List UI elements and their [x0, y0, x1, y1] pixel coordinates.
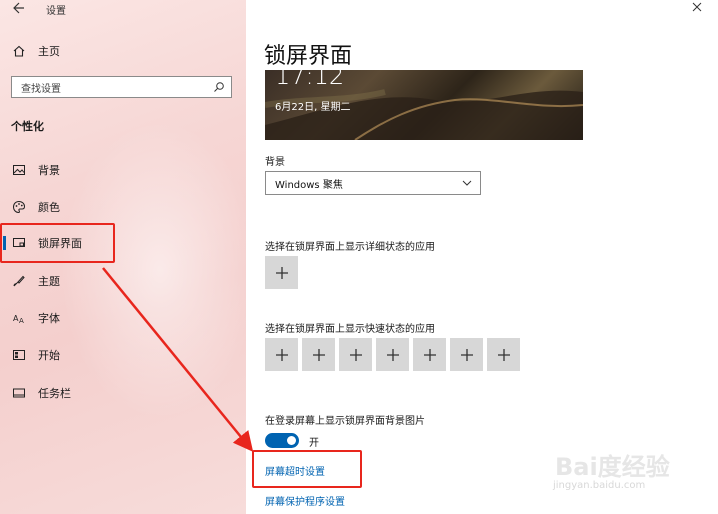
- signin-background-toggle[interactable]: [265, 433, 299, 448]
- brush-icon: [13, 275, 25, 287]
- font-icon: A A: [13, 314, 24, 325]
- sidebar-item-themes[interactable]: 主题: [0, 268, 246, 294]
- close-icon[interactable]: [692, 2, 702, 12]
- sidebar-item-label: 任务栏: [38, 387, 71, 400]
- page-title: 锁屏界面: [264, 44, 353, 69]
- sidebar-item-start[interactable]: 开始: [0, 342, 246, 368]
- highlight-box-screen-timeout: [252, 450, 362, 488]
- detailed-status-label: 选择在锁屏界面上显示详细状态的应用: [265, 242, 435, 253]
- sidebar-item-label: 主题: [38, 275, 60, 288]
- palette-icon: [12, 200, 26, 214]
- sidebar: 设置 主页 查找设置 个性化 背景 颜色 锁屏界面 主题 A A 字体 开始 任…: [0, 0, 246, 514]
- preview-time: 17:12: [275, 70, 345, 90]
- plus-icon: [497, 348, 510, 361]
- sidebar-item-label: 背景: [38, 164, 60, 177]
- sidebar-item-background[interactable]: 背景: [0, 157, 246, 183]
- add-quick-status-app-button-5[interactable]: [413, 338, 446, 371]
- add-quick-status-app-button-1[interactable]: [265, 338, 298, 371]
- quick-status-label: 选择在锁屏界面上显示快速状态的应用: [265, 324, 435, 335]
- preview-date: 6月22日, 星期二: [275, 102, 351, 113]
- plus-icon: [386, 348, 399, 361]
- sidebar-item-label: 字体: [38, 312, 60, 325]
- add-quick-status-app-button-6[interactable]: [450, 338, 483, 371]
- section-title: 个性化: [11, 120, 44, 133]
- add-quick-status-app-button-4[interactable]: [376, 338, 409, 371]
- plus-icon: [275, 266, 288, 279]
- highlight-box-lock-screen: [0, 223, 115, 263]
- sidebar-item-label: 颜色: [38, 201, 60, 214]
- background-label: 背景: [265, 157, 285, 168]
- sidebar-item-label: 主页: [38, 45, 60, 58]
- search-placeholder: 查找设置: [21, 83, 61, 95]
- svg-text:Bai度经验: Bai度经验: [555, 453, 670, 481]
- toggle-knob: [287, 436, 296, 445]
- toggle-state-label: 开: [309, 438, 319, 449]
- plus-icon: [423, 348, 436, 361]
- add-detailed-status-app-button[interactable]: [265, 256, 298, 289]
- sidebar-item-home[interactable]: 主页: [0, 38, 246, 64]
- background-dropdown-value: Windows 聚焦: [275, 179, 343, 191]
- watermark-url: jingyan.baidu.com: [553, 480, 646, 491]
- plus-icon: [460, 348, 473, 361]
- signin-background-label: 在登录屏幕上显示锁屏界面背景图片: [265, 416, 425, 427]
- sidebar-item-label: 开始: [38, 349, 60, 362]
- taskbar-icon: [13, 388, 25, 398]
- back-arrow-icon[interactable]: [13, 2, 25, 14]
- chevron-down-icon: [462, 180, 472, 186]
- plus-icon: [349, 348, 362, 361]
- search-icon: [214, 82, 224, 92]
- background-dropdown[interactable]: Windows 聚焦: [265, 171, 481, 195]
- window-title: 设置: [46, 6, 66, 17]
- sidebar-item-colors[interactable]: 颜色: [0, 194, 246, 220]
- search-input[interactable]: 查找设置: [11, 76, 232, 98]
- svg-text:A: A: [19, 317, 24, 325]
- lock-screen-preview: 17:12 6月22日, 星期二: [265, 70, 583, 140]
- plus-icon: [275, 348, 288, 361]
- sidebar-item-taskbar[interactable]: 任务栏: [0, 380, 246, 406]
- start-icon: [13, 350, 25, 360]
- add-quick-status-app-button-3[interactable]: [339, 338, 372, 371]
- sidebar-item-fonts[interactable]: A A 字体: [0, 305, 246, 331]
- add-quick-status-app-button-7[interactable]: [487, 338, 520, 371]
- image-icon: [13, 165, 25, 175]
- home-icon: [13, 45, 25, 57]
- plus-icon: [312, 348, 325, 361]
- add-quick-status-app-button-2[interactable]: [302, 338, 335, 371]
- screensaver-link[interactable]: 屏幕保护程序设置: [265, 493, 345, 508]
